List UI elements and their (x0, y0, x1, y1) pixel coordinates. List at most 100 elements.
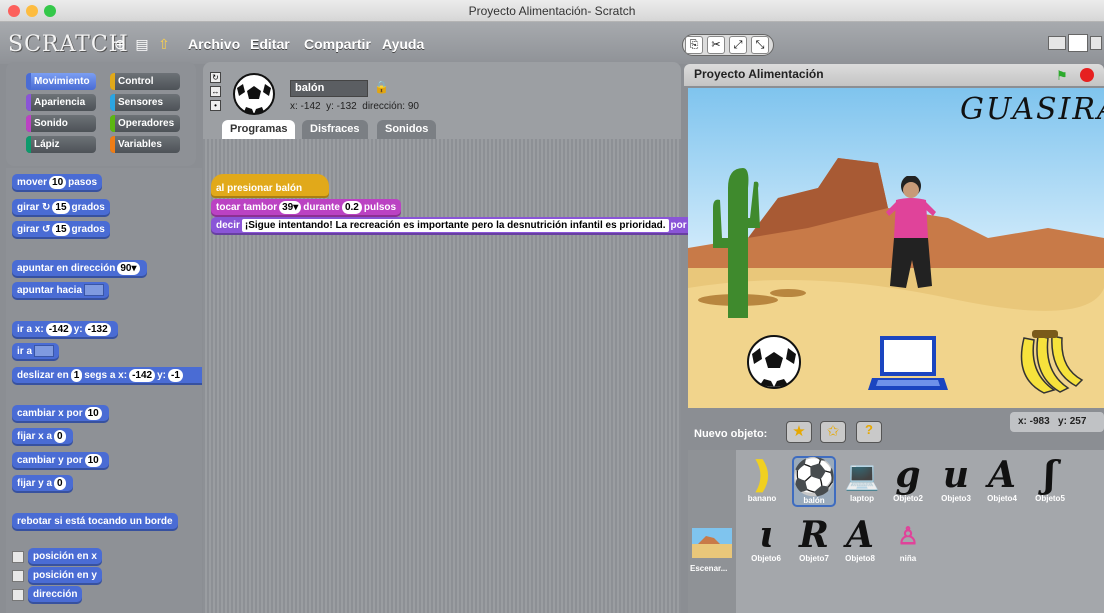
category-apariencia[interactable]: Apariencia (26, 94, 96, 111)
sprite-item-objeto5[interactable]: ʃ Objeto5 (1028, 454, 1072, 503)
block-girar-left[interactable]: girar ↺ 15 grados (12, 221, 110, 239)
minimize-icon[interactable] (26, 5, 38, 17)
letter-u-icon: u (942, 454, 970, 496)
random-sprite-button[interactable]: ? (856, 421, 882, 443)
sprite-item-laptop[interactable]: 💻 laptop (840, 456, 884, 504)
block-rebotar[interactable]: rebotar si está tocando un borde (12, 513, 178, 531)
rotate-style-icon[interactable]: ↻ (210, 72, 221, 83)
sprite-position-info: x: -142 y: -132 dirección: 90 (290, 101, 419, 112)
flip-style-icon[interactable]: ↔ (210, 86, 221, 97)
project-title: Proyecto Alimentación (694, 67, 824, 81)
zoom-icon[interactable] (44, 5, 56, 17)
block-cambiar-x[interactable]: cambiar x por 10 (12, 405, 109, 423)
mouse-coordinates: x: -983 y: 257 (1010, 412, 1104, 432)
sprite-item-banano[interactable]: ❫ banano (740, 454, 784, 503)
reporter-posicion-y[interactable]: posición en y (28, 567, 102, 585)
reporter-direccion[interactable]: dirección (28, 586, 83, 604)
sprite-nina (886, 176, 936, 288)
sprite-item-objeto2[interactable]: g Objeto2 (886, 454, 930, 503)
window-titlebar: Proyecto Alimentación- Scratch (0, 0, 1104, 22)
sprite-item-objeto7[interactable]: R Objeto7 (792, 514, 836, 563)
letter-a-icon: A (988, 454, 1016, 496)
block-deslizar[interactable]: deslizar en 1 segs a x: -142 y: -1 (12, 367, 202, 385)
close-icon[interactable] (8, 5, 20, 17)
sprite-item-objeto4[interactable]: A Objeto4 (980, 454, 1024, 503)
block-mover[interactable]: mover 10 pasos (12, 174, 103, 192)
block-tocar-tambor[interactable]: tocar tambor 39▾ durante 0.2 pulsos (211, 199, 402, 217)
block-ir-a-xy[interactable]: ir a x: -142 y: -132 (12, 321, 118, 339)
sprite-item-objeto8[interactable]: A Objeto8 (838, 514, 882, 563)
paint-sprite-button[interactable]: ★ (786, 421, 812, 443)
menu-compartir[interactable]: Compartir (304, 36, 371, 52)
stage-banner: GUASIRA (960, 92, 1104, 127)
letter-r-icon: R (799, 514, 829, 556)
globe-icon[interactable]: ⊕ (112, 36, 128, 52)
shrink-icon[interactable]: ⤡ (751, 36, 769, 54)
block-cambiar-y[interactable]: cambiar y por 10 (12, 452, 109, 470)
lock-icon[interactable]: 🔒 (374, 80, 389, 94)
category-sonido[interactable]: Sonido (26, 115, 96, 132)
window-title: Proyecto Alimentación- Scratch (468, 4, 636, 18)
category-lapiz[interactable]: Lápiz (26, 136, 96, 153)
category-movimiento[interactable]: Movimiento (26, 73, 96, 90)
menu-archivo[interactable]: Archivo (188, 36, 240, 52)
letter-i-icon: ɩ (759, 514, 773, 556)
sprite-item-objeto6[interactable]: ɩ Objeto6 (744, 514, 788, 563)
hat-block-when-clicked[interactable]: al presionar balón (211, 174, 329, 198)
sprite-item-nina[interactable]: ♙ niña (886, 516, 930, 564)
delete-icon[interactable]: ✂ (707, 36, 725, 54)
banana-icon: ❫ (746, 454, 778, 496)
sprite-banano-stage (1020, 330, 1084, 394)
sprite-laptop-stage (868, 336, 948, 390)
category-sensores[interactable]: Sensores (110, 94, 180, 111)
block-fijar-x[interactable]: fijar x a0 (12, 428, 73, 446)
block-decir[interactable]: decir ¡Sigue intentando! La recreación es… (211, 217, 708, 235)
sprite-item-balon[interactable]: ⚽ balón (792, 456, 836, 507)
sprite-list: Escenar... ❫ banano ⚽ balón 💻 laptop g Objet… (688, 450, 1104, 613)
duplicate-icon[interactable]: ⎘ (685, 36, 703, 54)
ball-icon: ⚽ (791, 456, 837, 498)
normal-stage-icon[interactable] (1068, 34, 1088, 52)
stage-thumbnail-label: Escenar... (690, 564, 728, 573)
small-stage-icon[interactable] (1048, 36, 1066, 50)
category-variables[interactable]: Variables (110, 136, 180, 153)
stop-icon[interactable] (1080, 68, 1094, 82)
checkbox-posicion-x[interactable] (12, 551, 24, 563)
stage-tools: ⎘ ✂ ⤢ ⤡ (682, 34, 774, 56)
scratch-logo: SCRATCH (8, 32, 129, 57)
menu-editar[interactable]: Editar (250, 36, 290, 52)
stage[interactable]: GUASIRA (688, 88, 1104, 408)
save-icon[interactable]: ▤ (134, 36, 150, 52)
category-control[interactable]: Control (110, 73, 180, 90)
block-fijar-y[interactable]: fijar y a0 (12, 475, 73, 493)
menu-ayuda[interactable]: Ayuda (382, 36, 424, 52)
block-palette: mover 10 pasos girar ↻ 15 grados girar ↺ 15 gr… (6, 168, 202, 613)
block-apuntar-hacia[interactable]: apuntar hacia (12, 282, 110, 300)
category-operadores[interactable]: Operadores (110, 115, 180, 132)
letter-a2-icon: A (846, 514, 874, 556)
laptop-icon: 💻 (844, 458, 880, 492)
no-rotate-icon[interactable]: • (210, 100, 221, 111)
sprite-item-objeto3[interactable]: u Objeto3 (934, 454, 978, 503)
tab-programas[interactable]: Programas (222, 120, 296, 139)
green-flag-icon[interactable]: ⚑ (1056, 68, 1068, 84)
tab-sonidos[interactable]: Sonidos (377, 120, 437, 139)
checkbox-posicion-y[interactable] (12, 570, 24, 582)
sprite-balon-stage (747, 335, 801, 389)
checkbox-direccion[interactable] (12, 589, 24, 601)
letter-g-icon: g (895, 454, 921, 496)
stage-thumbnail[interactable] (692, 528, 732, 558)
sprite-name-field[interactable]: balón (290, 80, 368, 97)
share-icon[interactable]: ⇧ (156, 36, 172, 52)
presentation-icon[interactable] (1090, 36, 1102, 50)
tab-disfraces[interactable]: Disfraces (302, 120, 368, 139)
stage-header: Proyecto Alimentación ⚑ (684, 64, 1104, 86)
choose-sprite-button[interactable]: ✩ (820, 421, 846, 443)
block-girar-right[interactable]: girar ↻ 15 grados (12, 199, 110, 217)
block-apuntar-direccion[interactable]: apuntar en dirección 90▾ (12, 260, 147, 278)
category-panel: Movimiento Control Apariencia Sensores S… (6, 62, 196, 166)
block-ir-a[interactable]: ir a (12, 343, 60, 361)
sprite-thumbnail (233, 73, 275, 115)
grow-icon[interactable]: ⤢ (729, 36, 747, 54)
reporter-posicion-x[interactable]: posición en x (28, 548, 102, 566)
